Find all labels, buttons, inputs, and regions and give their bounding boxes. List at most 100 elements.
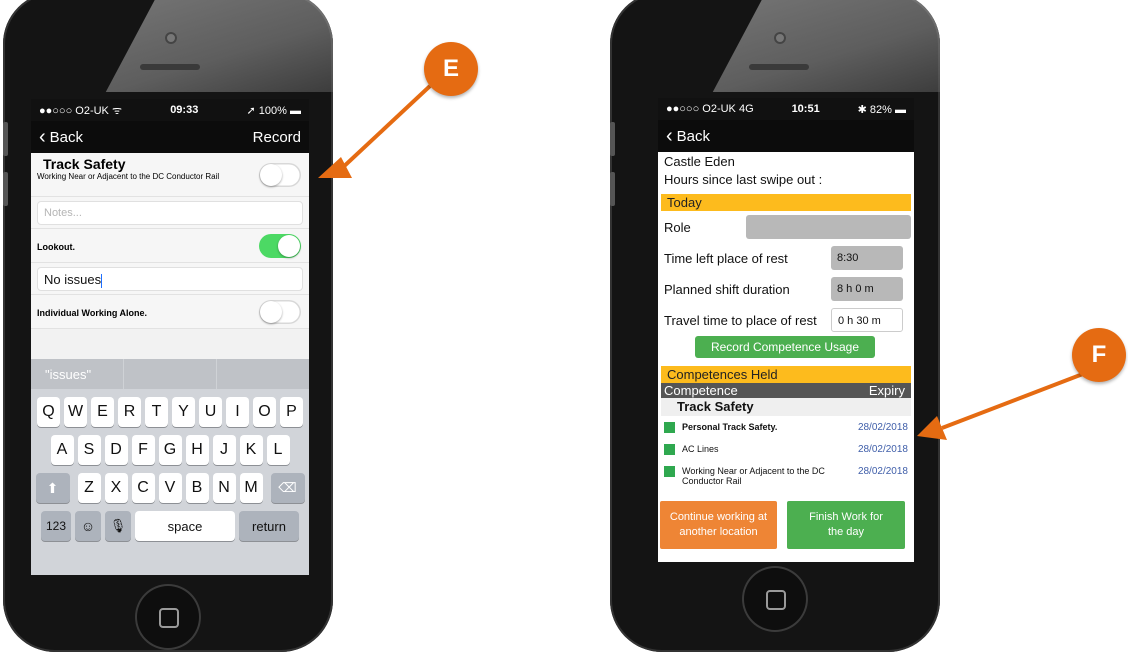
backspace-key[interactable]: ⌫ [270,473,305,503]
back-button[interactable]: ‹ Back [666,125,710,147]
text-cursor [101,273,103,288]
item-lookout: Lookout. [31,229,309,263]
key[interactable]: P [280,397,303,427]
key[interactable]: G [158,435,182,465]
column-competence: Competence [664,383,738,398]
key[interactable]: Z [77,473,101,503]
carrier-label: ●●○○○ O2-UK 4G [666,103,754,115]
status-bar: ●●○○○ O2-UK 4G 10:51 ✱ 82% ▬ [658,98,914,120]
role-label: Role [664,220,691,235]
suggestion-3[interactable] [217,359,309,389]
return-key[interactable]: return [239,511,299,541]
table-header: Competence Expiry [661,383,911,398]
competence-expiry: 28/02/2018 [857,422,908,433]
space-key[interactable]: space [135,511,235,541]
chevron-left-icon: ‹ [666,125,673,147]
key-row-2: A S D F G H J K L [31,435,309,465]
nav-bar: ‹ Back [658,120,914,152]
numbers-key[interactable]: 123 [41,511,71,541]
suggestion-bar: "issues" [31,359,309,389]
key[interactable]: W [64,397,87,427]
clock: 09:33 [170,104,199,116]
carrier-label: ●●○○○ O2-UK ᯤ [39,104,122,117]
dc-conductor-toggle[interactable] [259,163,301,187]
record-button[interactable]: Record [253,129,301,146]
key[interactable]: C [131,473,155,503]
travel-time-field[interactable]: 0 h 30 m [831,308,903,332]
key[interactable]: F [131,435,155,465]
table-row[interactable]: AC Lines 28/02/2018 [664,442,908,456]
table-row[interactable]: Personal Track Safety. 28/02/2018 [664,420,908,434]
key[interactable]: H [185,435,209,465]
key[interactable]: A [50,435,74,465]
status-bar: ●●○○○ O2-UK ᯤ 09:33 ➚ 100% ▬ [31,99,309,121]
key-row-1: Q W E R T Y U I O P [31,397,309,427]
location-name: Castle Eden [664,154,735,169]
left-screen: ●●○○○ O2-UK ᯤ 09:33 ➚ 100% ▬ ‹ Back Reco… [31,99,309,575]
finish-work-button[interactable]: Finish Work for the day [787,501,905,549]
item-dc-conductor-rail: Track Safety Working Near or Adjacent to… [31,153,309,197]
column-expiry: Expiry [868,383,905,398]
key[interactable]: R [118,397,141,427]
key[interactable]: K [239,435,263,465]
lookout-toggle[interactable] [259,234,301,258]
key[interactable]: O [253,397,276,427]
time-left-field[interactable]: 8:30 [831,246,903,270]
item-label: Individual Working Alone. [37,308,148,318]
key[interactable]: E [91,397,114,427]
key[interactable]: U [199,397,222,427]
microphone-icon[interactable]: 🎙 [105,511,131,541]
battery-label: ➚ 100% ▬ [246,104,301,117]
working-alone-toggle[interactable] [259,300,301,324]
key[interactable]: L [266,435,290,465]
key[interactable]: V [158,473,182,503]
camera-icon [165,32,177,44]
arrow-e-line [338,84,432,172]
continue-working-button[interactable]: Continue working at another location [660,501,777,549]
item-label: Lookout. [37,242,75,252]
camera-icon [774,32,786,44]
arrow-f-line [941,370,1089,430]
speaker-grille [749,64,809,70]
suggestion-1[interactable]: "issues" [31,359,124,389]
competence-name: AC Lines [682,444,719,454]
back-button[interactable]: ‹ Back [39,127,83,147]
callout-badge-f: F [1072,328,1126,382]
suggestion-2[interactable] [124,359,217,389]
competence-name: Working Near or Adjacent to the DC Condu… [682,466,825,486]
hours-label: Hours since last swipe out : [664,172,823,187]
key[interactable]: D [104,435,128,465]
group-title: Track Safety [661,398,911,416]
today-bar: Today [661,194,911,211]
competence-form: Castle Eden Hours since last swipe out :… [658,152,914,562]
shift-key[interactable]: ⬆ [35,473,70,503]
role-field[interactable] [746,215,911,239]
right-screen: ●●○○○ O2-UK 4G 10:51 ✱ 82% ▬ ‹ Back Cast… [658,98,914,562]
key[interactable]: T [145,397,168,427]
emoji-key[interactable]: ☺ [75,511,101,541]
speaker-grille [140,64,200,70]
table-row[interactable]: Working Near or Adjacent to the DC Condu… [664,464,908,486]
key[interactable]: M [239,473,263,503]
key[interactable]: X [104,473,128,503]
item-label: Working Near or Adjacent to the DC Condu… [37,172,220,181]
home-button[interactable] [135,584,201,650]
key[interactable]: Q [37,397,60,427]
planned-shift-field[interactable]: 8 h 0 m [831,277,903,301]
key[interactable]: B [185,473,209,503]
competences-held-bar: Competences Held [661,366,911,383]
key[interactable]: Y [172,397,195,427]
lookout-notes-input[interactable]: No issues [37,267,303,291]
status-indicator [664,444,675,455]
record-competence-button[interactable]: Record Competence Usage [695,336,875,358]
key[interactable]: I [226,397,249,427]
key[interactable]: N [212,473,236,503]
lookout-notes-row: No issues [31,263,309,295]
key[interactable]: J [212,435,236,465]
key-row-3: ⬆ Z X C V B N M ⌫ [31,473,309,503]
notes-input[interactable]: Notes... [37,201,303,225]
key[interactable]: S [77,435,101,465]
home-button[interactable] [742,566,808,632]
nav-bar: ‹ Back Record [31,121,309,153]
competence-name: Personal Track Safety. [682,422,778,432]
